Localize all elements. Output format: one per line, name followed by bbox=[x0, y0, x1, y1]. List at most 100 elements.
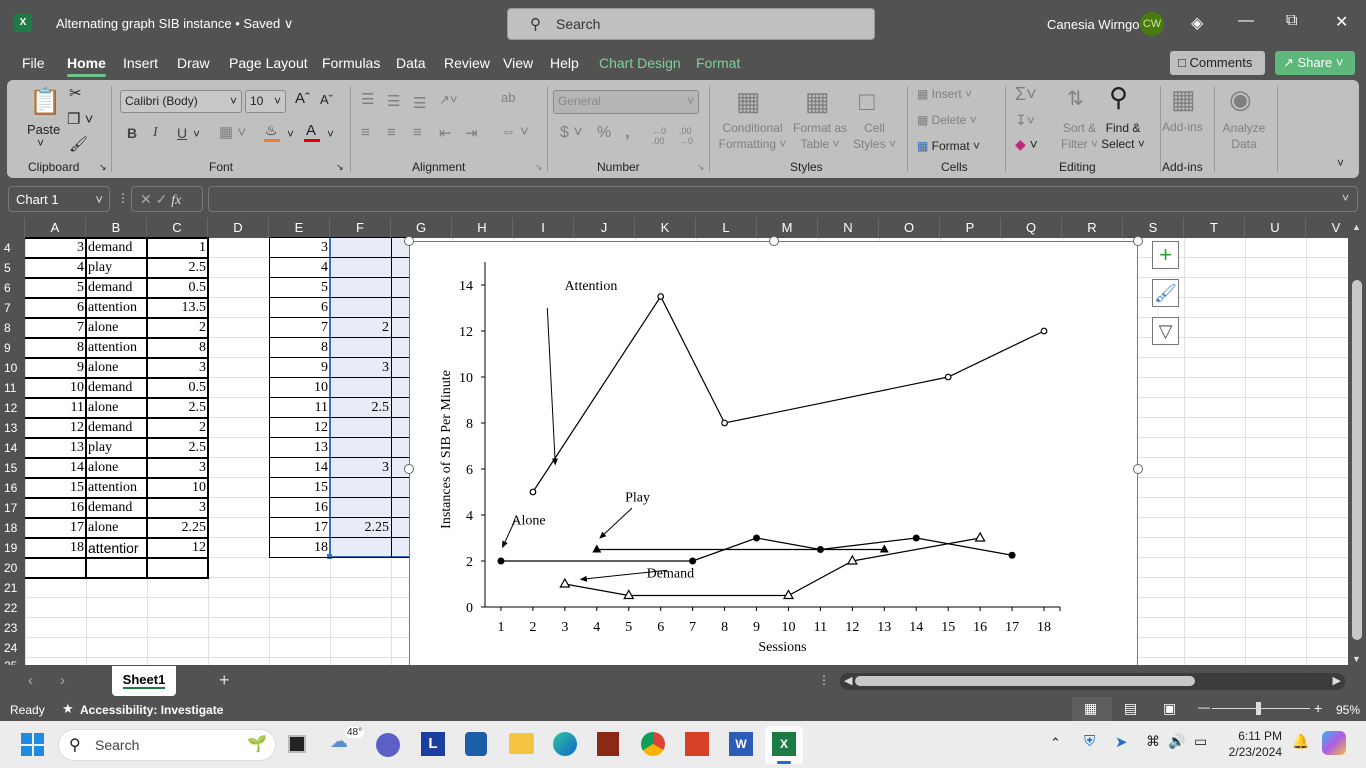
taskbar-search[interactable]: ⚲ Search 🌱 bbox=[58, 729, 276, 761]
resize-handle[interactable] bbox=[769, 236, 779, 246]
column-header[interactable]: O bbox=[879, 218, 940, 238]
currency-button[interactable]: $ ˅ bbox=[560, 124, 583, 142]
decrease-indent-icon[interactable]: ⇤ bbox=[439, 124, 452, 142]
cell-session[interactable]: 8 bbox=[269, 338, 330, 358]
next-sheet-icon[interactable]: › bbox=[60, 672, 65, 689]
format-as-table-icon[interactable]: ▦ bbox=[805, 86, 830, 117]
format-cells-button[interactable]: ▦ Format ˅ bbox=[917, 139, 980, 153]
cell-session[interactable]: 4 bbox=[269, 258, 330, 278]
file-explorer-icon[interactable] bbox=[509, 733, 534, 754]
format-painter-icon[interactable]: 🖌 bbox=[69, 135, 88, 153]
cut-icon[interactable]: ✂ bbox=[69, 84, 82, 102]
horizontal-scrollbar[interactable]: ◀ ▶ bbox=[840, 673, 1345, 690]
number-launcher-icon[interactable]: ↘ bbox=[697, 162, 705, 173]
cell-session[interactable]: 18 bbox=[25, 538, 86, 558]
add-ins-button[interactable]: Add-ins bbox=[1162, 120, 1203, 134]
row-header[interactable]: 24 bbox=[0, 638, 25, 658]
column-header[interactable]: C bbox=[147, 218, 208, 238]
scroll-right-icon[interactable]: ▶ bbox=[1333, 674, 1341, 687]
vertical-scroll-thumb[interactable] bbox=[1352, 280, 1362, 640]
font-color-icon[interactable]: A bbox=[306, 122, 316, 139]
cell-session[interactable]: 8 bbox=[25, 338, 86, 358]
location-icon[interactable]: ➤ bbox=[1115, 733, 1128, 751]
cell-condition[interactable]: demand bbox=[86, 238, 147, 258]
paste-icon[interactable]: 📋 bbox=[29, 86, 61, 117]
row-header[interactable]: 23 bbox=[0, 618, 25, 638]
row-header[interactable]: 19 bbox=[0, 538, 25, 558]
tab-insert[interactable]: Insert bbox=[123, 55, 158, 71]
show-hidden-icons[interactable]: ⌃ bbox=[1050, 735, 1061, 751]
scroll-up-icon[interactable]: ▲ bbox=[1352, 222, 1361, 232]
microsoft-store-icon[interactable] bbox=[465, 732, 487, 756]
page-break-view-icon[interactable]: ▣ bbox=[1163, 700, 1176, 717]
font-name-select[interactable]: Calibri (Body) ˅ bbox=[120, 90, 242, 113]
increase-decimal-icon[interactable]: ←0.00 bbox=[652, 126, 666, 146]
number-format-select[interactable]: General ˅ bbox=[553, 90, 699, 114]
cell-rate[interactable]: 0.5 bbox=[147, 278, 208, 298]
cell-alone-value[interactable] bbox=[330, 338, 391, 358]
percent-button[interactable]: % bbox=[597, 124, 611, 142]
scroll-left-icon[interactable]: ◀ bbox=[844, 674, 852, 687]
cell-session[interactable]: 9 bbox=[269, 358, 330, 378]
avatar[interactable]: CW bbox=[1140, 12, 1164, 36]
font-launcher-icon[interactable]: ↘ bbox=[336, 162, 344, 173]
chart-filter-icon[interactable]: ▽ bbox=[1152, 317, 1179, 345]
cell-alone-value[interactable] bbox=[330, 298, 391, 318]
cell-session[interactable]: 10 bbox=[25, 378, 86, 398]
underline-button[interactable]: U bbox=[177, 125, 187, 141]
game-app-icon[interactable] bbox=[597, 732, 619, 756]
row-header[interactable]: 16 bbox=[0, 478, 25, 498]
chart[interactable]: 0 2 4 6 8 10 12 14 1 2 3 4 5 6 7 8 9 10 11 12 13 14 15 16 17 18 Se… bbox=[409, 241, 1138, 671]
increase-font-icon[interactable]: Aˆ bbox=[295, 90, 310, 107]
cell-styles-icon[interactable]: □ bbox=[859, 86, 875, 117]
cell-condition[interactable]: alone bbox=[86, 398, 147, 418]
cell-session[interactable]: 13 bbox=[25, 438, 86, 458]
fill-color-dropdown[interactable]: ˅ bbox=[287, 127, 294, 141]
column-header[interactable]: A bbox=[25, 218, 86, 238]
comments-button[interactable]: □ Comments bbox=[1170, 51, 1265, 75]
cell-rate[interactable]: 2.5 bbox=[147, 438, 208, 458]
column-header[interactable]: Q bbox=[1001, 218, 1062, 238]
cell-session[interactable]: 11 bbox=[25, 398, 86, 418]
tab-format[interactable]: Format bbox=[696, 55, 740, 71]
tab-page-layout[interactable]: Page Layout bbox=[229, 55, 308, 71]
insert-function-button[interactable]: fx bbox=[171, 193, 181, 208]
tab-home[interactable]: Home bbox=[67, 55, 106, 77]
minimize-button[interactable]: — bbox=[1238, 12, 1254, 30]
chart-styles-brush-icon[interactable]: 🖌 bbox=[1152, 279, 1179, 307]
fill-color-icon[interactable]: ♨ bbox=[265, 122, 278, 139]
clear-icon[interactable]: ◆ ˅ bbox=[1015, 136, 1038, 153]
cell-alone-value[interactable] bbox=[330, 478, 391, 498]
cell-condition[interactable]: attention bbox=[86, 478, 147, 498]
cell-session[interactable]: 17 bbox=[25, 518, 86, 538]
align-left-icon[interactable]: ≡ bbox=[361, 124, 370, 141]
row-header[interactable]: 14 bbox=[0, 438, 25, 458]
cell-session[interactable]: 10 bbox=[269, 378, 330, 398]
cell-session[interactable]: 9 bbox=[25, 358, 86, 378]
cell-alone-value[interactable]: 2.25 bbox=[330, 518, 391, 538]
row-header[interactable]: 17 bbox=[0, 498, 25, 518]
sort-filter-icon[interactable]: ⇅ bbox=[1067, 86, 1084, 111]
row-header[interactable]: 9 bbox=[0, 338, 25, 358]
cell-alone-value[interactable] bbox=[330, 498, 391, 518]
analyze-data-button[interactable]: Analyze Data bbox=[1219, 120, 1269, 152]
prev-sheet-icon[interactable]: ‹ bbox=[28, 672, 33, 689]
insert-cells-button[interactable]: ▦ Insert ˅ bbox=[917, 87, 972, 101]
cell-session[interactable]: 3 bbox=[269, 238, 330, 258]
cell-condition[interactable]: demand bbox=[86, 378, 147, 398]
font-color-dropdown[interactable]: ˅ bbox=[327, 127, 334, 141]
cell-rate[interactable]: 2.5 bbox=[147, 258, 208, 278]
column-header[interactable]: R bbox=[1062, 218, 1123, 238]
column-header[interactable]: E bbox=[269, 218, 330, 238]
cell-session[interactable]: 14 bbox=[269, 458, 330, 478]
column-header[interactable]: L bbox=[696, 218, 757, 238]
cell-session[interactable]: 5 bbox=[269, 278, 330, 298]
find-select-icon[interactable]: ⚲ bbox=[1109, 82, 1128, 113]
cell-condition[interactable]: alone bbox=[86, 358, 147, 378]
cell-alone-value[interactable] bbox=[330, 418, 391, 438]
cell-rate[interactable]: 8 bbox=[147, 338, 208, 358]
conditional-formatting-icon[interactable]: ▦ bbox=[736, 86, 761, 117]
sort-filter-button[interactable]: Sort & Filter ˅ bbox=[1057, 120, 1102, 152]
fill-icon[interactable]: ↧˅ bbox=[1015, 112, 1035, 129]
cell-session[interactable]: 12 bbox=[269, 418, 330, 438]
